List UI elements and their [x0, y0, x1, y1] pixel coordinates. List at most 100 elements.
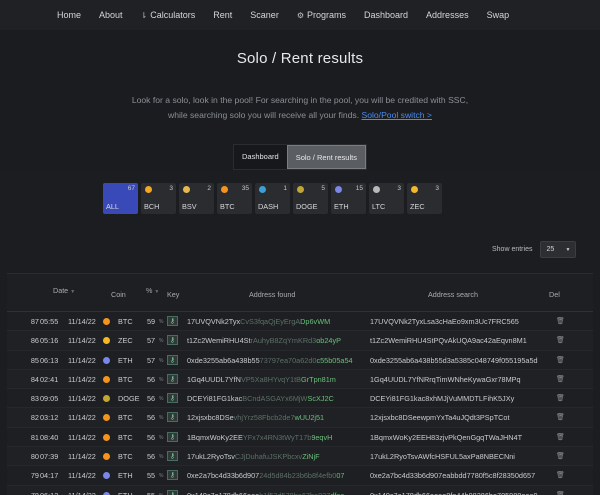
key-icon[interactable]: ⚷ [167, 316, 178, 326]
dashboard-tab[interactable]: Dashboard [234, 145, 287, 169]
trash-icon[interactable]: 🗑 [556, 375, 565, 383]
coin-icon [103, 472, 110, 480]
trash-icon[interactable]: 🗑 [556, 491, 565, 495]
row-time: 07:39 [40, 452, 59, 462]
dash-coin-icon [259, 186, 266, 193]
row-address-search: DCEYi81FG1kac8xhMJjVuMMDTLFihK5JXy [370, 394, 515, 404]
row-address-found: 17ukL2RyoTsvCJjDuhafuJSKPbcxvZiNjF [187, 452, 320, 462]
trash-icon[interactable]: 🗑 [556, 471, 565, 479]
key-icon[interactable]: ⚷ [167, 354, 178, 365]
trash-icon[interactable]: 🗑 [556, 452, 565, 460]
header-address-found[interactable]: Address found [249, 290, 295, 299]
solo-rent-results-tab[interactable]: Solo / Rent results [286, 145, 366, 169]
tile-name: ZEC [410, 202, 425, 211]
trash-icon[interactable]: 🗑 [556, 433, 565, 441]
tile-count: 3 [435, 185, 439, 192]
row-date: 11/14/22 [68, 452, 96, 462]
tile-count: 35 [241, 185, 249, 192]
coin-tile-all[interactable]: 67 ALL [103, 183, 138, 214]
row-coin: ETH [118, 355, 133, 365]
header-pct[interactable]: % ▼ [146, 286, 159, 295]
coin-tile-btc[interactable]: 35 BTC [217, 183, 252, 214]
coin-tile-zec[interactable]: 3 ZEC [407, 183, 442, 214]
nav-item-rent[interactable]: Rent [213, 10, 232, 20]
key-icon[interactable]: ⚷ [167, 489, 178, 495]
table-row: 83 09:05 11/14/22 DOGE 56% ⚷ DCEYi81FG1kacBCnd… [7, 389, 593, 409]
key-icon[interactable]: ⚷ [167, 451, 178, 462]
trash-icon[interactable]: 🗑 [556, 413, 565, 421]
tile-count: 2 [207, 185, 211, 192]
row-number: 79 [30, 471, 39, 481]
row-percent: 59 [147, 317, 156, 326]
trash-icon[interactable]: 🗑 [556, 317, 565, 325]
key-icon[interactable]: ⚷ [167, 412, 178, 423]
table-body: 87 05:55 11/14/22 BTC 59% ⚷ 17UVQVNk2TyxCvS3fq… [7, 312, 593, 495]
row-date: 11/14/22 [68, 432, 96, 442]
row-address-search: 0xde3255ab6a438b55d3a5385c048749f055195a… [370, 355, 538, 365]
row-number: 81 [30, 432, 39, 442]
coin-tile-bch[interactable]: 3 BCH [141, 183, 176, 214]
tile-name: BSV [182, 202, 197, 211]
key-icon[interactable]: ⚷ [167, 393, 178, 404]
nav-item-calculators[interactable]: ⇂ Calculators [141, 10, 196, 20]
header-date[interactable]: Date ▼ [53, 286, 75, 295]
row-address-search: 1BqmxWoKy2EEH83zjvPkQenGgqTWaJHN4T [370, 432, 523, 442]
row-time: 04:17 [40, 471, 59, 481]
percent-unit: % [159, 434, 164, 441]
tile-name: DOGE [296, 202, 318, 211]
solo-pool-switch-link[interactable]: Solo/Pool switch > [361, 110, 431, 120]
tile-count: 3 [397, 185, 401, 192]
nav-item-about[interactable]: About [99, 10, 123, 20]
tile-name: BTC [220, 202, 235, 211]
row-address-found: 0x149c7e178db66aeeb1f53d578be67be837dfea [187, 491, 344, 495]
row-coin: ETH [118, 471, 133, 481]
percent-unit: % [159, 357, 164, 364]
nav-item-dashboard[interactable]: Dashboard [364, 10, 408, 20]
row-date: 11/14/22 [68, 374, 96, 384]
row-number: 86 [30, 336, 39, 346]
programs-icon: ⚙ [296, 10, 304, 20]
trash-icon[interactable]: 🗑 [556, 356, 565, 364]
percent-unit: % [159, 473, 164, 480]
coin-icon [103, 337, 110, 345]
percent-unit: % [159, 376, 164, 383]
tile-name: ALL [106, 202, 119, 211]
percent-unit: % [159, 454, 164, 461]
header-del: Del [549, 290, 560, 299]
row-coin: BTC [118, 413, 133, 423]
key-icon[interactable]: ⚷ [167, 470, 178, 481]
row-date: 11/14/22 [68, 317, 96, 326]
row-address-search: 17ukL2RyoTsvAWfcHSFUL5axPa8NBECNni [370, 452, 515, 462]
tile-count: 3 [169, 185, 173, 192]
row-number: 82 [30, 413, 39, 423]
eth-coin-icon [335, 186, 342, 193]
trash-icon[interactable]: 🗑 [556, 336, 565, 344]
trash-icon[interactable]: 🗑 [556, 394, 565, 402]
nav-item-addresses[interactable]: Addresses [426, 10, 469, 20]
coin-icon [103, 414, 110, 422]
nav-item-programs[interactable]: ⚙ Programs [297, 10, 346, 20]
percent-unit: % [159, 319, 164, 325]
coin-tile-ltc[interactable]: 3 LTC [369, 183, 404, 214]
coin-tile-dash[interactable]: 1 DASH [255, 183, 290, 214]
header-key[interactable]: Key [167, 290, 179, 299]
coin-tile-doge[interactable]: 5 DOGE [293, 183, 328, 214]
key-icon[interactable]: ⚷ [167, 335, 178, 346]
header-address-search[interactable]: Address search [428, 290, 478, 299]
nav-item-home[interactable]: Home [57, 10, 81, 20]
header-coin[interactable]: Coin [111, 290, 126, 299]
coin-tile-bsv[interactable]: 2 BSV [179, 183, 214, 214]
tile-count: 67 [127, 185, 135, 192]
row-percent: 56 [147, 432, 156, 442]
row-address-found: 12xjsxbc8DSevhjYrz58Fbcb2de7wUU2j51 [187, 413, 325, 423]
nav-item-swap[interactable]: Swap [487, 10, 510, 20]
sort-icon: ▼ [70, 289, 76, 295]
row-number: 83 [30, 394, 39, 404]
key-icon[interactable]: ⚷ [167, 373, 178, 384]
coin-tile-eth[interactable]: 15 ETH [331, 183, 366, 214]
key-icon[interactable]: ⚷ [167, 431, 178, 442]
table-header: Date ▼ Coin % ▼ Key Address found Addres… [7, 274, 593, 312]
entries-select[interactable]: 25 ▼ [540, 241, 577, 258]
row-percent: 55 [147, 491, 155, 495]
nav-item-scaner[interactable]: Scaner [250, 10, 279, 20]
